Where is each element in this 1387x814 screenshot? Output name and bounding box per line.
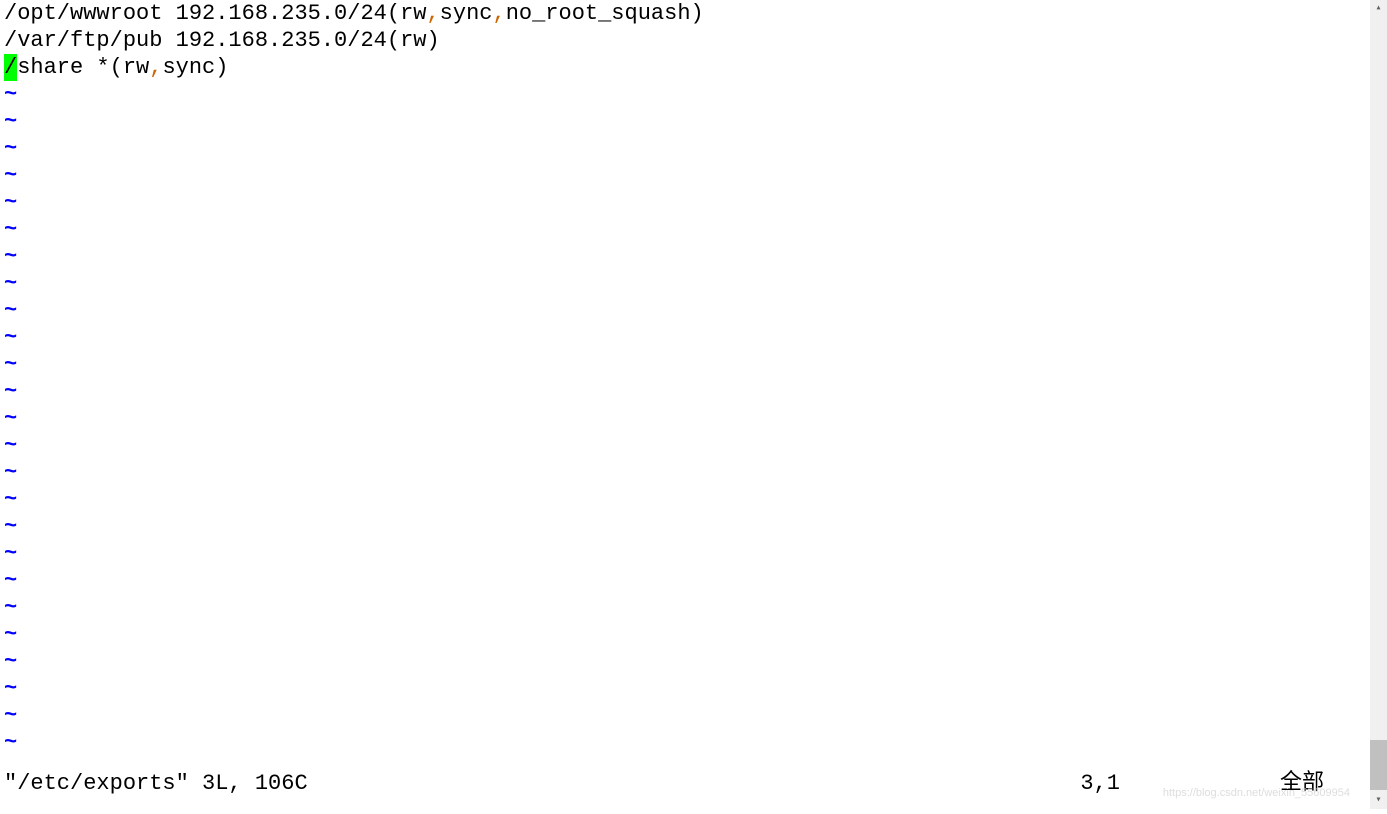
tilde-marker: ~ — [4, 460, 17, 485]
empty-line: ~ — [4, 459, 1370, 486]
tilde-marker: ~ — [4, 82, 17, 107]
text-segment: /var/ftp/pub 192.168.235.0/24(rw) — [4, 28, 440, 53]
status-file-info: "/etc/exports" 3L, 106C — [4, 770, 308, 797]
text-segment: sync — [440, 1, 493, 26]
empty-line: ~ — [4, 270, 1370, 297]
empty-line: ~ — [4, 108, 1370, 135]
tilde-marker: ~ — [4, 433, 17, 458]
tilde-marker: ~ — [4, 622, 17, 647]
empty-line: ~ — [4, 729, 1370, 756]
vim-editor-area[interactable]: /opt/wwwroot 192.168.235.0/24(rw,sync,no… — [0, 0, 1370, 809]
content-line-3: /share *(rw,sync) — [4, 54, 1370, 81]
text-segment: share *(rw — [17, 55, 149, 80]
tilde-marker: ~ — [4, 163, 17, 188]
text-segment: /opt/wwwroot 192.168.235.0/24(rw — [4, 1, 426, 26]
empty-line: ~ — [4, 351, 1370, 378]
scroll-up-button[interactable]: ▴ — [1370, 0, 1387, 17]
tilde-marker: ~ — [4, 514, 17, 539]
empty-line: ~ — [4, 432, 1370, 459]
status-spacer — [308, 770, 1081, 797]
empty-line: ~ — [4, 702, 1370, 729]
tilde-marker: ~ — [4, 352, 17, 377]
tilde-marker: ~ — [4, 541, 17, 566]
tilde-marker: ~ — [4, 379, 17, 404]
tilde-marker: ~ — [4, 568, 17, 593]
tilde-marker: ~ — [4, 730, 17, 755]
comma: , — [426, 1, 439, 26]
tilde-marker: ~ — [4, 298, 17, 323]
tilde-marker: ~ — [4, 649, 17, 674]
tilde-marker: ~ — [4, 595, 17, 620]
empty-line: ~ — [4, 216, 1370, 243]
cursor: / — [4, 54, 17, 81]
empty-line: ~ — [4, 567, 1370, 594]
empty-line: ~ — [4, 81, 1370, 108]
empty-line: ~ — [4, 540, 1370, 567]
comma: , — [149, 55, 162, 80]
empty-lines-container: ~~~~~~~~~~~~~~~~~~~~~~~~~ — [4, 81, 1370, 756]
empty-line: ~ — [4, 297, 1370, 324]
vertical-scrollbar[interactable]: ▴ ▾ — [1370, 0, 1387, 809]
tilde-marker: ~ — [4, 703, 17, 728]
text-segment: sync) — [162, 55, 228, 80]
tilde-marker: ~ — [4, 676, 17, 701]
empty-line: ~ — [4, 189, 1370, 216]
tilde-marker: ~ — [4, 244, 17, 269]
vim-status-bar: "/etc/exports" 3L, 106C 3,1 全部 — [4, 770, 1364, 797]
text-segment: no_root_squash) — [506, 1, 704, 26]
empty-line: ~ — [4, 378, 1370, 405]
empty-line: ~ — [4, 405, 1370, 432]
empty-line: ~ — [4, 135, 1370, 162]
comma: , — [492, 1, 505, 26]
empty-line: ~ — [4, 621, 1370, 648]
watermark-text: https://blog.csdn.net/weixin_55609954 — [1163, 780, 1350, 807]
empty-line: ~ — [4, 324, 1370, 351]
empty-line: ~ — [4, 243, 1370, 270]
tilde-marker: ~ — [4, 217, 17, 242]
content-line-1: /opt/wwwroot 192.168.235.0/24(rw,sync,no… — [4, 0, 1370, 27]
tilde-marker: ~ — [4, 136, 17, 161]
scrollbar-thumb[interactable] — [1370, 740, 1387, 790]
empty-line: ~ — [4, 675, 1370, 702]
tilde-marker: ~ — [4, 406, 17, 431]
empty-line: ~ — [4, 648, 1370, 675]
tilde-marker: ~ — [4, 271, 17, 296]
empty-line: ~ — [4, 513, 1370, 540]
empty-line: ~ — [4, 486, 1370, 513]
tilde-marker: ~ — [4, 325, 17, 350]
empty-line: ~ — [4, 594, 1370, 621]
tilde-marker: ~ — [4, 190, 17, 215]
tilde-marker: ~ — [4, 487, 17, 512]
tilde-marker: ~ — [4, 109, 17, 134]
empty-line: ~ — [4, 162, 1370, 189]
scroll-down-button[interactable]: ▾ — [1370, 792, 1387, 809]
content-line-2: /var/ftp/pub 192.168.235.0/24(rw) — [4, 27, 1370, 54]
